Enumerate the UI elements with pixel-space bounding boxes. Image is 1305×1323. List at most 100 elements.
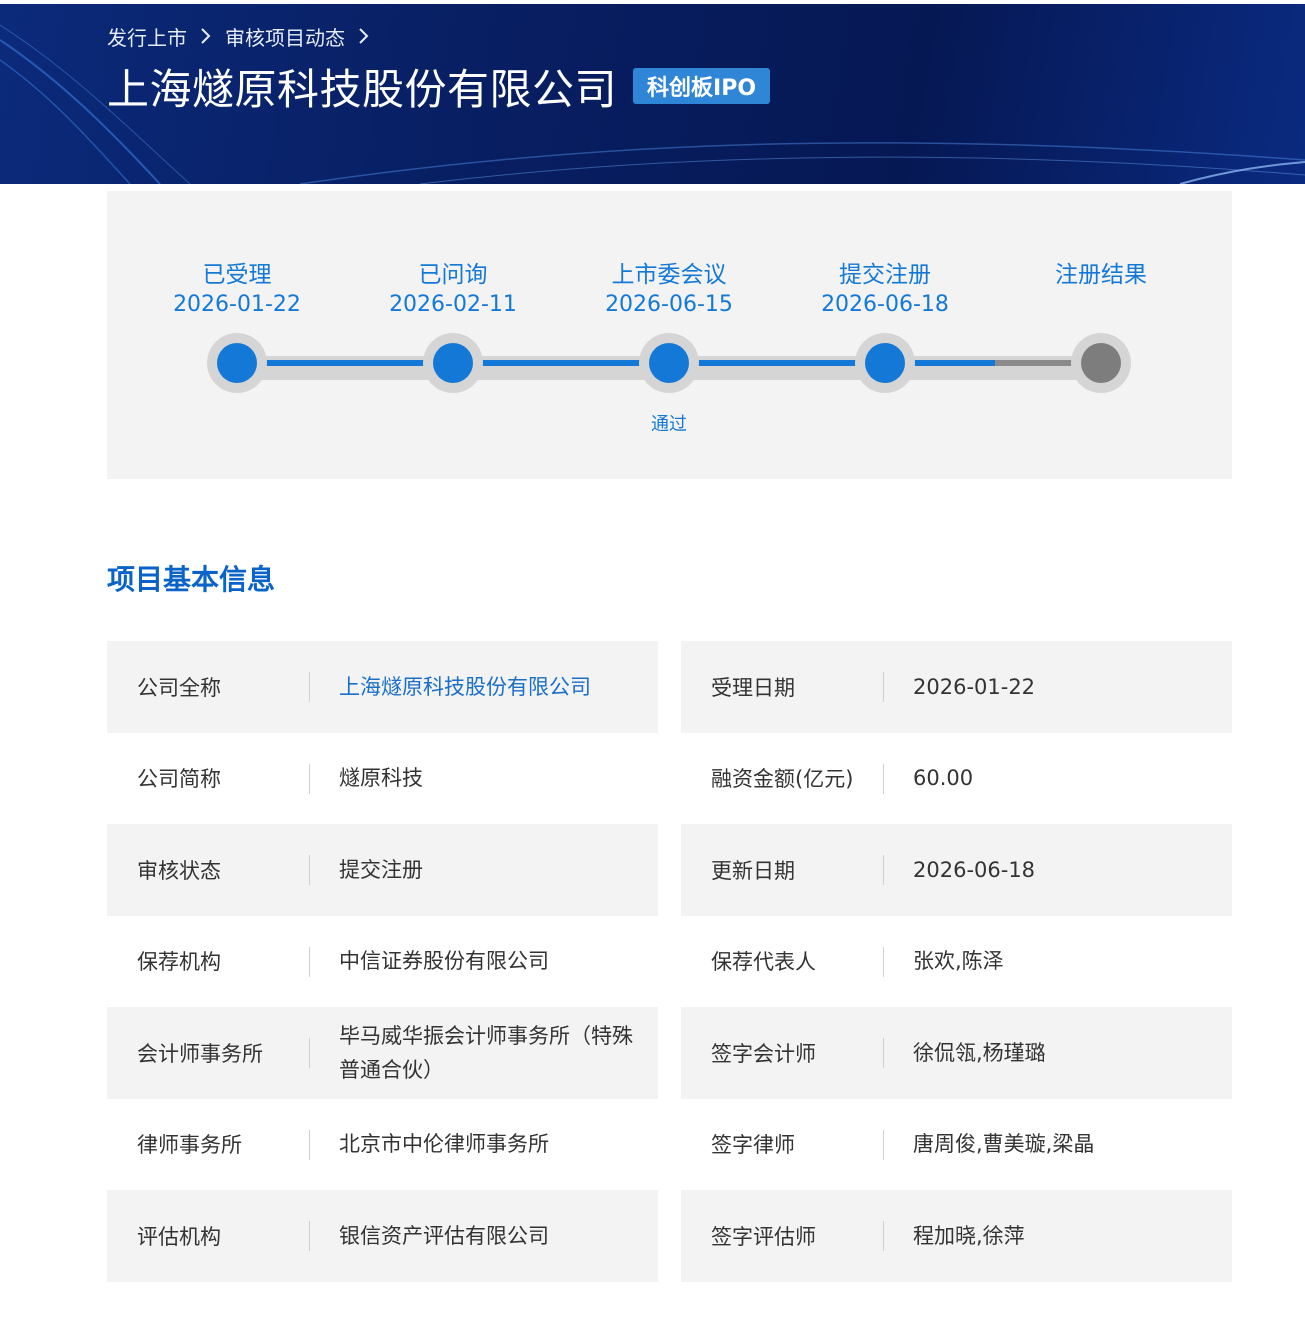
progress-step-date: 2026-02-11 [389,292,517,317]
info-field-value: 北京市中伦律师事务所 [339,1132,549,1157]
info-row: 审核状态 提交注册 更新日期 2026-06-18 [107,824,1232,916]
header-banner: 发行上市 审核项目动态 上海燧原科技股份有限公司 科创板IPO [0,0,1305,184]
completed-step-dot [865,343,905,383]
info-field-label: 签字会计师 [711,1041,816,1066]
info-field-value: 毕马威华振会计师事务所（特殊普通合伙） [339,1023,633,1082]
info-field-label: 签字律师 [711,1133,795,1158]
field-divider [309,946,310,977]
info-cell: 公司全称 上海燧原科技股份有限公司 [107,641,658,733]
progress-step-date: 2026-06-18 [821,292,949,317]
info-cell: 律师事务所 北京市中伦律师事务所 [107,1099,658,1191]
progress-step-1-node [207,333,267,393]
field-divider [883,946,884,977]
info-cell: 受理日期 2026-01-22 [681,641,1232,733]
progress-step-title: 已问询 [418,262,488,288]
info-cell: 签字会计师 徐侃瓴,杨瑾璐 [681,1007,1232,1099]
progress-step-date: 2026-01-22 [173,292,301,317]
info-field-label: 更新日期 [711,858,795,883]
info-field-value: 徐侃瓴,杨瑾璐 [913,1040,1046,1065]
field-divider [309,1038,310,1068]
progress-step-4-node [855,333,915,393]
info-row: 公司简称 燧原科技 融资金额(亿元) 60.00 [107,733,1232,825]
info-field-value: 中信证券股份有限公司 [339,949,549,974]
info-cell: 融资金额(亿元) 60.00 [681,733,1232,825]
info-field-value: 张欢,陈泽 [913,949,1004,974]
progress-step-2-label: 已问询 2026-02-11 [353,261,553,319]
title-row: 上海燧原科技股份有限公司 科创板IPO [107,58,771,114]
progress-step-1-label: 已受理 2026-01-22 [137,261,337,319]
completed-step-dot [433,343,473,383]
info-field-label: 公司全称 [137,675,221,700]
info-cell: 会计师事务所 毕马威华振会计师事务所（特殊普通合伙） [107,1007,658,1099]
info-cell: 更新日期 2026-06-18 [681,824,1232,916]
info-field-value: 60.00 [913,766,974,791]
breadcrumb-item-ipo[interactable]: 发行上市 [107,22,187,51]
info-cell: 评估机构 银信资产评估有限公司 [107,1190,658,1282]
info-field-value: 2026-06-18 [913,857,1036,882]
info-field-label: 签字评估师 [711,1224,816,1249]
chevron-right-icon [345,22,383,50]
info-cell: 审核状态 提交注册 [107,824,658,916]
field-divider [883,1038,884,1068]
info-cell: 签字律师 唐周俊,曹美璇,梁晶 [681,1099,1232,1191]
progress-step-3-label: 上市委会议 2026-06-15 [569,261,769,319]
info-cell: 签字评估师 程加晓,徐萍 [681,1190,1232,1282]
field-divider [883,1221,884,1251]
info-row: 评估机构 银信资产评估有限公司 签字评估师 程加晓,徐萍 [107,1190,1232,1282]
completed-step-dot [649,343,689,383]
info-field-label: 会计师事务所 [137,1041,263,1066]
progress-step-result-note: 通过 [651,414,687,435]
info-row: 律师事务所 北京市中伦律师事务所 签字律师 唐周俊,曹美璇,梁晶 [107,1099,1232,1191]
info-row: 保荐机构 中信证券股份有限公司 保荐代表人 张欢,陈泽 [107,916,1232,1008]
info-field-label: 保荐代表人 [711,950,816,975]
chevron-right-icon [187,22,225,50]
info-field-label: 受理日期 [711,675,795,700]
info-field-value: 银信资产评估有限公司 [339,1223,549,1248]
project-info-table: 公司全称 上海燧原科技股份有限公司 受理日期 2026-01-22 公司简称 燧原科技 融资… [107,641,1232,1282]
breadcrumb-item-review-dynamics[interactable]: 审核项目动态 [225,22,345,51]
field-divider [309,1221,310,1251]
section-title: 项目基本信息 [107,563,276,596]
info-field-value: 提交注册 [339,857,423,882]
board-badge: 科创板IPO [633,68,771,104]
info-cell: 公司简称 燧原科技 [107,733,658,825]
info-field-label: 公司简称 [137,767,221,792]
progress-step-title: 注册结果 [1055,262,1147,288]
page-title: 上海燧原科技股份有限公司 [107,64,618,114]
field-divider [309,672,310,702]
progress-step-title: 提交注册 [839,262,931,288]
field-divider [883,1129,884,1160]
field-divider [883,855,884,885]
progress-step-3-node [639,333,699,393]
field-divider [883,763,884,794]
info-row: 会计师事务所 毕马威华振会计师事务所（特殊普通合伙） 签字会计师 徐侃瓴,杨瑾璐 [107,1007,1232,1099]
progress-step-title: 已受理 [202,262,272,288]
info-field-value: 程加晓,徐萍 [913,1223,1025,1248]
company-full-name-link[interactable]: 上海燧原科技股份有限公司 [309,670,658,704]
progress-step-title: 上市委会议 [611,262,727,288]
field-divider [309,1129,310,1160]
progress-step-2-node [423,333,483,393]
info-field-value: 燧原科技 [339,766,423,791]
info-cell: 保荐机构 中信证券股份有限公司 [107,916,658,1008]
info-field-value: 2026-01-22 [913,674,1036,699]
info-field-label: 保荐机构 [137,950,221,975]
progress-step-date: 2026-06-15 [605,292,733,317]
field-divider [309,855,310,885]
progress-step-4-label: 提交注册 2026-06-18 [785,261,985,319]
info-field-value: 唐周俊,曹美璇,梁晶 [913,1132,1095,1157]
pending-step-dot [1081,343,1121,383]
info-field-label: 融资金额(亿元) [711,767,854,792]
info-cell: 保荐代表人 张欢,陈泽 [681,916,1232,1008]
info-row: 公司全称 上海燧原科技股份有限公司 受理日期 2026-01-22 [107,641,1232,733]
progress-step-5-node [1071,333,1131,393]
info-field-label: 律师事务所 [137,1133,242,1158]
info-field-label: 审核状态 [137,858,221,883]
field-divider [309,763,310,794]
field-divider [883,672,884,702]
breadcrumb: 发行上市 审核项目动态 [107,22,383,50]
review-progress-panel: 已受理 2026-01-22 已问询 2026-02-11 上市委会议 2026-06-1… [107,191,1232,479]
progress-step-5-label: 注册结果 [1001,261,1201,290]
completed-step-dot [217,343,257,383]
info-field-label: 评估机构 [137,1224,221,1249]
